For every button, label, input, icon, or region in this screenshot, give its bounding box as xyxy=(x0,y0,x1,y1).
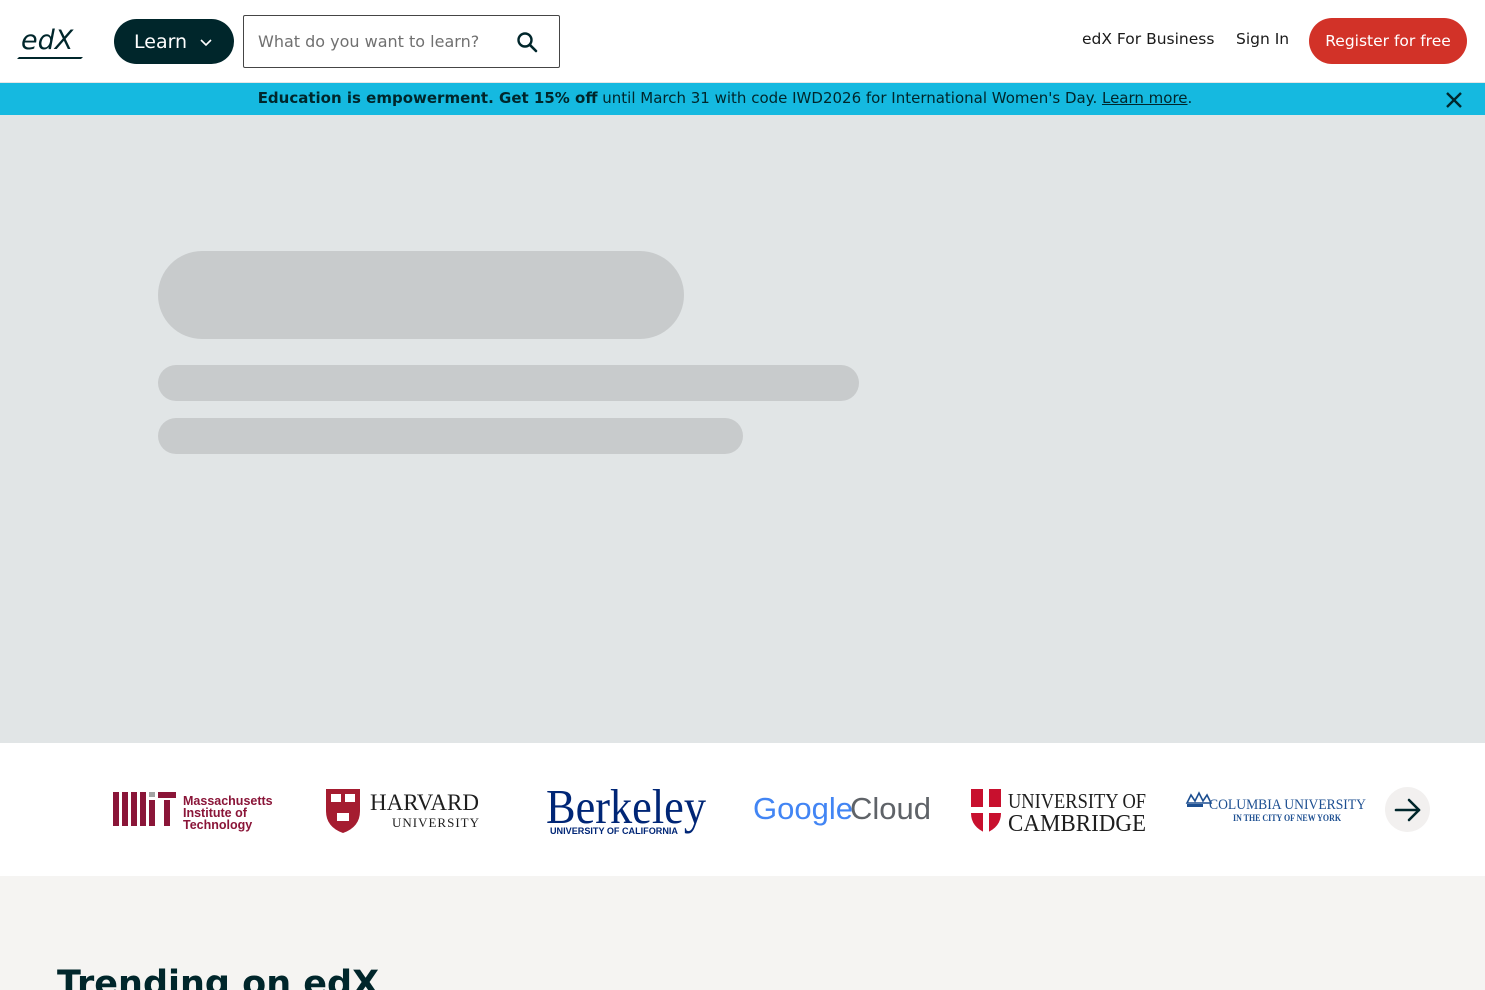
svg-text:IN THE CITY OF NEW YORK: IN THE CITY OF NEW YORK xyxy=(1233,813,1341,823)
svg-text:COLUMBIA UNIVERSITY: COLUMBIA UNIVERSITY xyxy=(1209,797,1366,813)
svg-text:Technology: Technology xyxy=(183,818,252,832)
partner-logo-google-cloud[interactable]: Google Cloud xyxy=(752,781,932,837)
trending-title: Trending on edX xyxy=(57,964,380,990)
cambridge-shield-icon: UNIVERSITY OF CAMBRIDGE xyxy=(971,789,1146,837)
svg-text:HARVARD: HARVARD xyxy=(370,790,479,815)
skeleton-line-placeholder xyxy=(158,365,859,401)
partner-logo-berkeley[interactable]: Berkeley UNIVERSITY OF CALIFORNIA xyxy=(545,781,710,837)
learn-menu-button[interactable]: Learn xyxy=(114,19,234,64)
partner-logo-cambridge[interactable]: UNIVERSITY OF CAMBRIDGE xyxy=(970,781,1150,837)
svg-text:CAMBRIDGE: CAMBRIDGE xyxy=(1008,811,1146,837)
sign-in-link[interactable]: Sign In xyxy=(1236,30,1289,48)
svg-text:UNIVERSITY OF CALIFORNIA: UNIVERSITY OF CALIFORNIA xyxy=(550,826,678,837)
google-cloud-logo-icon: Google Cloud xyxy=(753,791,931,826)
search-box xyxy=(243,15,560,68)
search-input[interactable] xyxy=(244,32,506,51)
learn-menu-label: Learn xyxy=(134,30,188,53)
chevron-down-icon xyxy=(200,38,212,46)
promo-trail: . xyxy=(1187,89,1193,107)
edx-logo[interactable]: edX xyxy=(17,23,85,61)
hero-loading-skeleton xyxy=(0,115,1485,743)
promo-banner: Education is empowerment. Get 15% off un… xyxy=(0,83,1485,115)
harvard-shield-icon: HARVARD UNIVERSITY xyxy=(326,789,480,833)
mit-logo-icon: Massachusetts Institute of Technology xyxy=(113,792,273,832)
edx-for-business-link[interactable]: edX For Business xyxy=(1082,30,1214,48)
svg-text:UNIVERSITY: UNIVERSITY xyxy=(392,815,480,830)
partner-logos-strip: Massachusetts Institute of Technology HA… xyxy=(0,743,1485,876)
partner-logo-columbia[interactable]: COLUMBIA UNIVERSITY IN THE CITY OF NEW Y… xyxy=(1185,781,1370,837)
site-header: edX Learn edX For Business Sign In Regis… xyxy=(0,0,1485,83)
svg-text:Google: Google xyxy=(753,791,853,826)
skeleton-title-placeholder xyxy=(158,251,684,339)
promo-body-text: until March 31 with code IWD2026 for Int… xyxy=(597,89,1102,107)
partner-logo-harvard[interactable]: HARVARD UNIVERSITY xyxy=(325,781,495,837)
register-button[interactable]: Register for free xyxy=(1309,18,1467,64)
berkeley-logo-icon: Berkeley UNIVERSITY OF CALIFORNIA xyxy=(546,781,706,837)
search-icon[interactable] xyxy=(515,30,539,54)
trending-section: Trending on edX xyxy=(0,876,1485,990)
promo-bold-text: Education is empowerment. Get 15% off xyxy=(257,89,598,107)
skeleton-line-placeholder xyxy=(158,418,743,454)
partner-logo-mit[interactable]: Massachusetts Institute of Technology xyxy=(113,781,273,837)
promo-learn-more-link[interactable]: Learn more xyxy=(1102,89,1188,107)
svg-text:UNIVERSITY OF: UNIVERSITY OF xyxy=(1008,789,1146,813)
promo-text: Education is empowerment. Get 15% off un… xyxy=(0,89,1450,107)
close-icon[interactable] xyxy=(1444,90,1464,110)
carousel-next-button[interactable] xyxy=(1385,787,1430,832)
svg-text:Cloud: Cloud xyxy=(850,791,931,826)
arrow-right-icon xyxy=(1394,798,1420,821)
columbia-crown-icon: COLUMBIA UNIVERSITY IN THE CITY OF NEW Y… xyxy=(1185,791,1366,823)
